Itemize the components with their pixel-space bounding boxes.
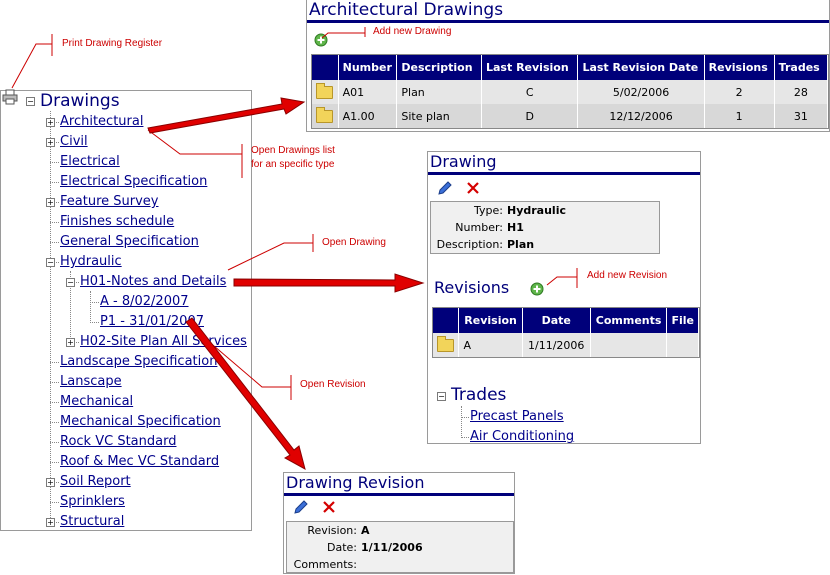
annotation-add-revision: Add new Revision xyxy=(587,270,668,281)
annotation-open-list-line2: for an specific type xyxy=(251,159,335,170)
annotation-open-drawing: Open Drawing xyxy=(322,237,386,248)
annotation-add-drawing: Add new Drawing xyxy=(373,26,452,37)
annotation-open-list-line1: Open Drawings list xyxy=(251,145,335,156)
annotation-print-register: Print Drawing Register xyxy=(62,38,163,49)
callout-arrows xyxy=(11,27,578,470)
annotation-open-revision: Open Revision xyxy=(300,379,366,390)
